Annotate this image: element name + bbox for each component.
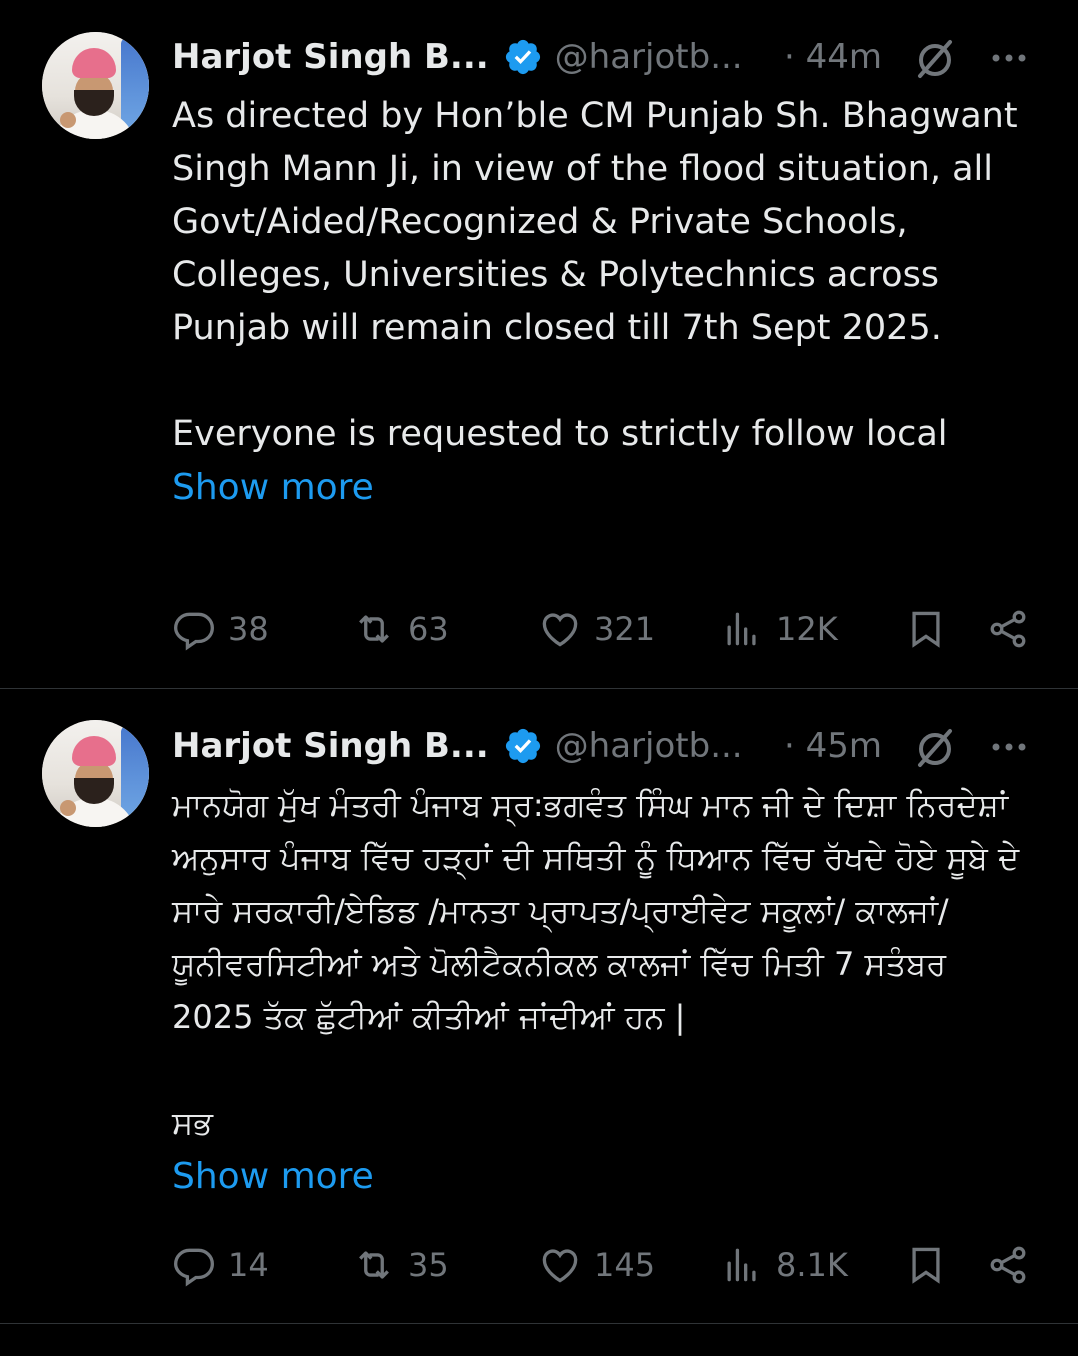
reply-button[interactable]: 38 [172, 604, 269, 654]
grok-icon[interactable] [912, 36, 958, 82]
share-icon [990, 610, 1026, 648]
bookmark-button[interactable] [904, 1240, 948, 1290]
tweet-text: ਮਾਨਯੋਗ ਮੁੱਖ ਮੰਤਰੀ ਪੰਜਾਬ ਸ੍ਰ:ਭਗਵੰਤ ਸਿੰਘ ਮ… [172, 779, 1032, 1204]
views-button[interactable]: 12K [720, 604, 838, 654]
repost-button[interactable]: 63 [352, 604, 449, 654]
more-icon[interactable] [984, 723, 1034, 769]
tweet-actions: 38 63 321 12K [172, 604, 1052, 654]
bookmark-button[interactable] [904, 604, 948, 654]
tweet-header: Harjot Singh B... @harjotb... · 44m [172, 34, 1052, 80]
view-count: 12K [776, 610, 838, 648]
views-icon [727, 612, 756, 646]
repost-count: 35 [408, 1246, 449, 1284]
tweet-paragraph: ਮਾਨਯੋਗ ਮੁੱਖ ਮੰਤਰੀ ਪੰਜਾਬ ਸ੍ਰ:ਭਗਵੰਤ ਸਿੰਘ ਮ… [172, 786, 1020, 1036]
timestamp[interactable]: · 45m [784, 726, 882, 766]
repost-count: 63 [408, 610, 449, 648]
tweet[interactable]: Harjot Singh B... @harjotb... · 44m As d… [0, 0, 1078, 689]
bookmark-icon [912, 1247, 940, 1284]
like-button[interactable]: 145 [538, 1240, 655, 1290]
views-button[interactable]: 8.1K [720, 1240, 848, 1290]
share-button[interactable] [986, 604, 1030, 654]
author-name[interactable]: Harjot Singh B... [172, 726, 489, 766]
tweet-paragraph: Everyone is requested to strictly follow… [172, 414, 948, 454]
like-icon [542, 1249, 578, 1283]
share-icon [990, 1246, 1026, 1284]
more-icon[interactable] [984, 34, 1034, 80]
grok-icon[interactable] [912, 725, 958, 771]
like-count: 321 [594, 610, 656, 648]
reply-icon [174, 1248, 214, 1287]
like-button[interactable]: 321 [538, 604, 655, 654]
repost-icon [359, 1251, 389, 1279]
view-count: 8.1K [776, 1246, 848, 1284]
like-icon [542, 613, 578, 647]
views-icon [727, 1248, 756, 1282]
share-button[interactable] [986, 1240, 1030, 1290]
show-more-link[interactable]: Show more [172, 1150, 374, 1203]
repost-icon [359, 615, 389, 643]
avatar[interactable] [42, 32, 149, 139]
tweet[interactable]: Harjot Singh B... @harjotb... · 45m ਮਾਨਯ… [0, 689, 1078, 1324]
bookmark-icon [912, 611, 940, 648]
tweet-actions: 14 35 145 8.1K [172, 1240, 1052, 1290]
tweet-paragraph: As directed by Hon’ble CM Punjab Sh. Bha… [172, 96, 1018, 348]
author-handle[interactable]: @harjotb... [555, 37, 743, 77]
reply-count: 14 [228, 1246, 269, 1284]
reply-icon [174, 612, 214, 651]
author-handle[interactable]: @harjotb... [555, 726, 743, 766]
author-name[interactable]: Harjot Singh B... [172, 37, 489, 77]
show-more-link[interactable]: Show more [172, 461, 374, 514]
tweet-paragraph: ਸਭ [172, 1104, 213, 1142]
verified-badge-icon [505, 728, 540, 764]
reply-button[interactable]: 14 [172, 1240, 269, 1290]
reply-count: 38 [228, 610, 269, 648]
timestamp[interactable]: · 44m [784, 37, 882, 77]
repost-button[interactable]: 35 [352, 1240, 449, 1290]
tweet-header: Harjot Singh B... @harjotb... · 45m [172, 723, 1052, 769]
verified-badge-icon [505, 39, 540, 75]
avatar[interactable] [42, 720, 149, 827]
like-count: 145 [594, 1246, 656, 1284]
tweet-text: As directed by Hon’ble CM Punjab Sh. Bha… [172, 90, 1032, 515]
